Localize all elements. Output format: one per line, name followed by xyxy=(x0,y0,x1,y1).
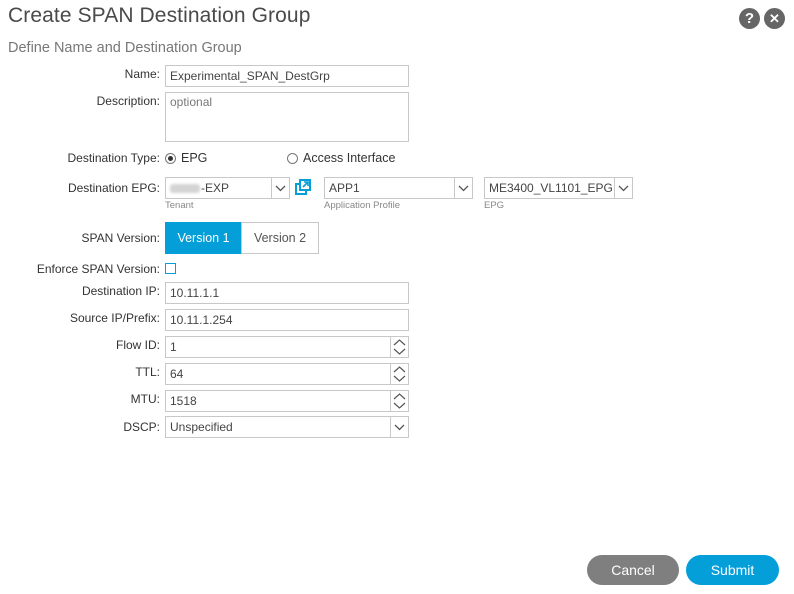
chevron-down-icon xyxy=(618,185,629,191)
cancel-button[interactable]: Cancel xyxy=(587,555,679,585)
help-icon[interactable]: ? xyxy=(739,8,760,29)
dscp-dropdown-button[interactable] xyxy=(390,416,409,438)
stepper-arrows-icon xyxy=(393,393,406,409)
app-profile-dropdown-button[interactable] xyxy=(454,177,473,199)
destination-ip-input[interactable]: 10.11.1.1 xyxy=(165,282,409,304)
mtu-value: 1518 xyxy=(170,394,197,408)
destination-ip-value: 10.11.1.1 xyxy=(170,286,220,300)
ttl-value: 64 xyxy=(170,367,184,381)
dscp-select[interactable]: Unspecified xyxy=(165,416,391,438)
description-textarea[interactable]: optional xyxy=(165,92,409,142)
tenant-sublabel: Tenant xyxy=(165,200,194,211)
app-profile-value: APP1 xyxy=(329,181,360,195)
ttl-label: TTL: xyxy=(135,365,160,379)
source-ip-input[interactable]: 10.11.1.254 xyxy=(165,309,409,331)
name-label: Name: xyxy=(124,67,160,81)
radio-epg-circle[interactable] xyxy=(165,152,176,164)
name-input[interactable]: Experimental_SPAN_DestGrp xyxy=(165,65,409,87)
tenant-dropdown-button[interactable] xyxy=(271,177,290,199)
destination-type-label: Destination Type: xyxy=(67,151,160,165)
chevron-down-icon xyxy=(275,185,286,191)
ttl-input[interactable]: 64 xyxy=(165,363,391,385)
ttl-stepper[interactable] xyxy=(390,363,409,385)
flow-id-value: 1 xyxy=(170,340,177,354)
span-version-2-button[interactable]: Version 2 xyxy=(241,222,319,254)
mtu-label: MTU: xyxy=(130,392,160,406)
stepper-arrows-icon xyxy=(393,339,406,355)
name-value: Experimental_SPAN_DestGrp xyxy=(170,69,330,83)
span-version-label: SPAN Version: xyxy=(81,231,160,245)
destination-ip-label: Destination IP: xyxy=(81,284,160,298)
radio-selected-dot xyxy=(168,155,173,161)
source-ip-value: 10.11.1.254 xyxy=(170,313,233,327)
external-link-icon[interactable] xyxy=(295,179,311,195)
description-placeholder: optional xyxy=(170,95,213,109)
radio-epg[interactable]: EPG xyxy=(165,151,207,165)
radio-epg-label: EPG xyxy=(181,151,208,165)
destination-epg-label: Destination EPG: xyxy=(67,181,160,195)
close-icon[interactable]: ✕ xyxy=(764,8,785,29)
dscp-label: DSCP: xyxy=(123,420,160,434)
epg-value: ME3400_VL1101_EPG xyxy=(489,181,613,195)
chevron-down-icon xyxy=(458,185,469,191)
flow-id-input[interactable]: 1 xyxy=(165,336,391,358)
stepper-arrows-icon xyxy=(393,366,406,382)
span-version-1-button[interactable]: Version 1 xyxy=(165,222,242,254)
dscp-value: Unspecified xyxy=(170,420,233,434)
mtu-input[interactable]: 1518 xyxy=(165,390,391,412)
tenant-select[interactable]: -EXP xyxy=(165,177,272,199)
enforce-span-version-label: Enforce SPAN Version: xyxy=(36,262,160,276)
app-profile-select[interactable]: APP1 xyxy=(324,177,455,199)
page-title: Create SPAN Destination Group xyxy=(8,4,311,27)
enforce-span-version-checkbox[interactable] xyxy=(165,263,176,274)
epg-dropdown-button[interactable] xyxy=(614,177,633,199)
tenant-value: -EXP xyxy=(201,181,230,195)
epg-sublabel: EPG xyxy=(484,200,505,211)
mtu-stepper[interactable] xyxy=(390,390,409,412)
page-subtitle: Define Name and Destination Group xyxy=(8,40,242,56)
source-ip-label: Source IP/Prefix: xyxy=(69,311,160,325)
tenant-redacted xyxy=(170,183,200,193)
chevron-down-icon xyxy=(394,424,405,430)
radio-access-interface-circle[interactable] xyxy=(287,152,298,164)
radio-access-interface[interactable]: Access Interface xyxy=(287,151,395,165)
flow-id-label: Flow ID: xyxy=(115,338,160,352)
epg-select[interactable]: ME3400_VL1101_EPG xyxy=(484,177,615,199)
submit-button[interactable]: Submit xyxy=(686,555,779,585)
flow-id-stepper[interactable] xyxy=(390,336,409,358)
radio-access-interface-label: Access Interface xyxy=(303,151,396,165)
description-label: Description: xyxy=(96,94,160,108)
app-profile-sublabel: Application Profile xyxy=(324,200,401,211)
